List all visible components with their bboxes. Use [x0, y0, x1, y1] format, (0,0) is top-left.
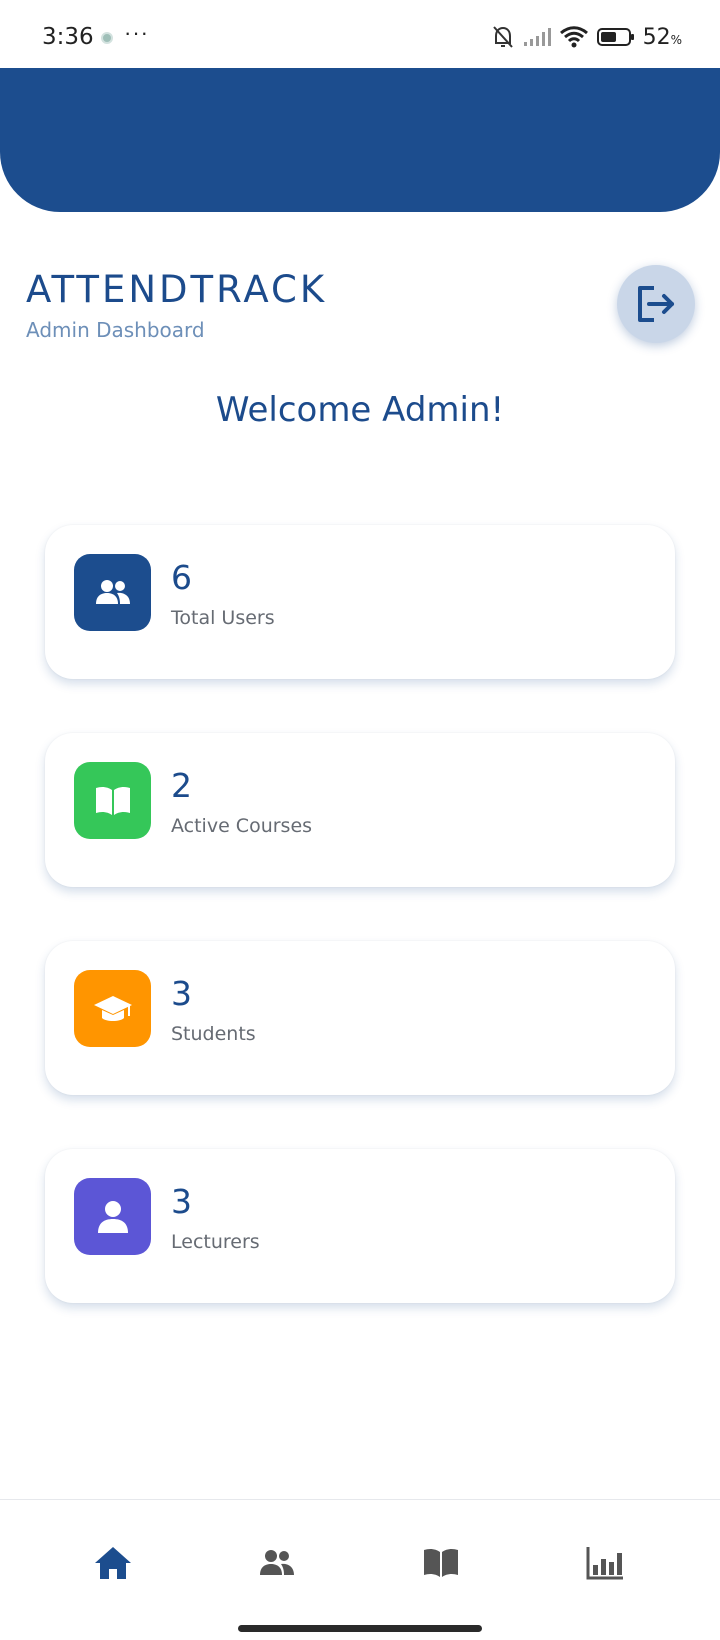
users-icon	[74, 554, 151, 631]
status-bar: 3:36 ··· 52%	[0, 0, 720, 68]
stat-card-lecturers[interactable]: 3 Lecturers	[45, 1149, 675, 1303]
nav-reports[interactable]	[575, 1538, 635, 1588]
welcome-message: Welcome Admin!	[215, 390, 505, 430]
battery-icon	[596, 28, 634, 46]
status-time: 3:36	[42, 24, 94, 50]
lecturers-label: Lecturers	[171, 1231, 260, 1253]
status-indicators: 52%	[491, 22, 682, 52]
app-subtitle: Admin Dashboard	[26, 318, 205, 342]
more-notifications-icon: ···	[124, 20, 149, 45]
app-title: ATTENDTRACK	[26, 268, 328, 311]
nav-home[interactable]	[83, 1538, 143, 1588]
wifi-icon	[559, 26, 588, 48]
logout-icon	[638, 286, 674, 322]
book-icon	[74, 762, 151, 839]
nav-users[interactable]	[247, 1538, 307, 1588]
stat-card-active-courses[interactable]: 2 Active Courses	[45, 733, 675, 887]
mute-bell-icon	[492, 26, 513, 48]
header-banner	[0, 68, 720, 212]
lecturers-value: 3	[171, 1182, 192, 1221]
nav-courses[interactable]	[411, 1538, 471, 1588]
active-courses-value: 2	[171, 766, 192, 805]
logout-button[interactable]	[617, 265, 695, 343]
book-icon	[424, 1548, 458, 1577]
battery-percent: 52%	[642, 24, 682, 50]
signal-icon	[523, 28, 551, 46]
total-users-label: Total Users	[171, 607, 275, 629]
home-indicator[interactable]	[238, 1625, 482, 1632]
students-label: Students	[171, 1023, 256, 1045]
active-courses-label: Active Courses	[171, 815, 313, 837]
stat-card-students[interactable]: 3 Students	[45, 941, 675, 1095]
stat-card-total-users[interactable]: 6 Total Users	[45, 525, 675, 679]
students-value: 3	[171, 974, 192, 1013]
total-users-value: 6	[171, 558, 192, 597]
app-notification-icon	[101, 32, 113, 44]
graduation-cap-icon	[74, 970, 151, 1047]
person-icon	[74, 1178, 151, 1255]
users-icon	[260, 1550, 294, 1575]
bottom-navigation	[0, 1499, 720, 1640]
home-icon	[95, 1547, 131, 1579]
chart-icon	[586, 1547, 623, 1580]
